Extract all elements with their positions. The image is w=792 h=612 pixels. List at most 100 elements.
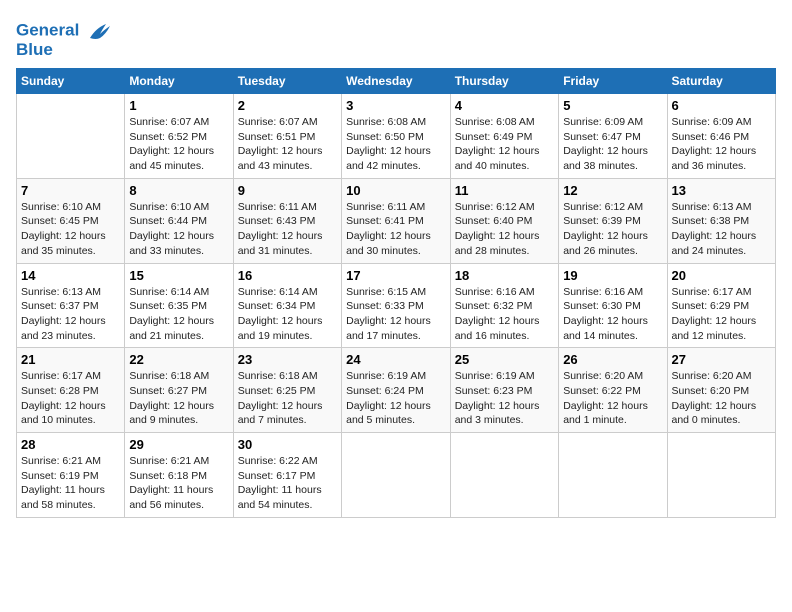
calendar-cell: 26 Sunrise: 6:20 AM Sunset: 6:22 PM Dayli…: [559, 348, 667, 433]
logo: General Blue: [16, 20, 114, 60]
calendar-cell: 11 Sunrise: 6:12 AM Sunset: 6:40 PM Dayli…: [450, 178, 558, 263]
day-header-saturday: Saturday: [667, 69, 776, 94]
day-number: 11: [455, 183, 554, 198]
calendar-cell: 17 Sunrise: 6:15 AM Sunset: 6:33 PM Dayli…: [342, 263, 451, 348]
calendar-cell: 5 Sunrise: 6:09 AM Sunset: 6:47 PM Daylig…: [559, 94, 667, 179]
day-number: 3: [346, 98, 446, 113]
calendar-cell: 13 Sunrise: 6:13 AM Sunset: 6:38 PM Dayli…: [667, 178, 776, 263]
calendar-cell: 24 Sunrise: 6:19 AM Sunset: 6:24 PM Dayli…: [342, 348, 451, 433]
calendar-cell: 25 Sunrise: 6:19 AM Sunset: 6:23 PM Dayli…: [450, 348, 558, 433]
day-info: Sunrise: 6:16 AM Sunset: 6:30 PM Dayligh…: [563, 285, 662, 344]
calendar-cell: 1 Sunrise: 6:07 AM Sunset: 6:52 PM Daylig…: [125, 94, 233, 179]
day-number: 24: [346, 352, 446, 367]
calendar-cell: [559, 433, 667, 518]
day-info: Sunrise: 6:18 AM Sunset: 6:27 PM Dayligh…: [129, 369, 228, 428]
calendar-cell: 10Sunrise: 6:11 AM Sunset: 6:41 PM Dayli…: [342, 178, 451, 263]
calendar-cell: 16 Sunrise: 6:14 AM Sunset: 6:34 PM Dayli…: [233, 263, 341, 348]
day-info: Sunrise: 6:12 AM Sunset: 6:39 PM Dayligh…: [563, 200, 662, 259]
day-info: Sunrise: 6:07 AM Sunset: 6:52 PM Dayligh…: [129, 115, 228, 174]
day-number: 19: [563, 268, 662, 283]
day-number: 17: [346, 268, 446, 283]
calendar-cell: 8 Sunrise: 6:10 AM Sunset: 6:44 PM Daylig…: [125, 178, 233, 263]
day-number: 15: [129, 268, 228, 283]
day-header-thursday: Thursday: [450, 69, 558, 94]
day-number: 9: [238, 183, 337, 198]
calendar-cell: 19 Sunrise: 6:16 AM Sunset: 6:30 PM Dayli…: [559, 263, 667, 348]
logo-general: General: [16, 20, 79, 39]
day-number: 25: [455, 352, 554, 367]
calendar-cell: [342, 433, 451, 518]
day-info: Sunrise: 6:22 AM Sunset: 6:17 PM Dayligh…: [238, 454, 337, 513]
day-number: 18: [455, 268, 554, 283]
day-number: 16: [238, 268, 337, 283]
day-number: 7: [21, 183, 120, 198]
calendar-cell: 9 Sunrise: 6:11 AM Sunset: 6:43 PM Daylig…: [233, 178, 341, 263]
day-header-monday: Monday: [125, 69, 233, 94]
day-info: Sunrise: 6:16 AM Sunset: 6:32 PM Dayligh…: [455, 285, 554, 344]
day-info: Sunrise: 6:12 AM Sunset: 6:40 PM Dayligh…: [455, 200, 554, 259]
logo-blue: Blue: [16, 40, 114, 60]
day-info: Sunrise: 6:14 AM Sunset: 6:35 PM Dayligh…: [129, 285, 228, 344]
calendar-cell: 7 Sunrise: 6:10 AM Sunset: 6:45 PM Daylig…: [17, 178, 125, 263]
day-number: 5: [563, 98, 662, 113]
calendar-cell: [450, 433, 558, 518]
day-info: Sunrise: 6:18 AM Sunset: 6:25 PM Dayligh…: [238, 369, 337, 428]
calendar-cell: 12 Sunrise: 6:12 AM Sunset: 6:39 PM Dayli…: [559, 178, 667, 263]
day-info: Sunrise: 6:08 AM Sunset: 6:49 PM Dayligh…: [455, 115, 554, 174]
calendar-cell: 23 Sunrise: 6:18 AM Sunset: 6:25 PM Dayli…: [233, 348, 341, 433]
calendar-cell: [667, 433, 776, 518]
calendar: SundayMondayTuesdayWednesdayThursdayFrid…: [16, 68, 776, 518]
calendar-cell: 14 Sunrise: 6:13 AM Sunset: 6:37 PM Dayli…: [17, 263, 125, 348]
day-number: 27: [672, 352, 772, 367]
calendar-cell: 4 Sunrise: 6:08 AM Sunset: 6:49 PM Daylig…: [450, 94, 558, 179]
day-info: Sunrise: 6:13 AM Sunset: 6:38 PM Dayligh…: [672, 200, 772, 259]
day-number: 23: [238, 352, 337, 367]
day-header-wednesday: Wednesday: [342, 69, 451, 94]
day-number: 8: [129, 183, 228, 198]
day-info: Sunrise: 6:07 AM Sunset: 6:51 PM Dayligh…: [238, 115, 337, 174]
day-number: 2: [238, 98, 337, 113]
day-number: 13: [672, 183, 772, 198]
day-info: Sunrise: 6:14 AM Sunset: 6:34 PM Dayligh…: [238, 285, 337, 344]
day-number: 4: [455, 98, 554, 113]
day-header-friday: Friday: [559, 69, 667, 94]
day-info: Sunrise: 6:15 AM Sunset: 6:33 PM Dayligh…: [346, 285, 446, 344]
calendar-cell: 22Sunrise: 6:18 AM Sunset: 6:27 PM Dayli…: [125, 348, 233, 433]
day-info: Sunrise: 6:10 AM Sunset: 6:44 PM Dayligh…: [129, 200, 228, 259]
calendar-cell: 2 Sunrise: 6:07 AM Sunset: 6:51 PM Daylig…: [233, 94, 341, 179]
day-info: Sunrise: 6:10 AM Sunset: 6:45 PM Dayligh…: [21, 200, 120, 259]
calendar-cell: 3 Sunrise: 6:08 AM Sunset: 6:50 PM Daylig…: [342, 94, 451, 179]
day-info: Sunrise: 6:19 AM Sunset: 6:23 PM Dayligh…: [455, 369, 554, 428]
day-info: Sunrise: 6:21 AM Sunset: 6:18 PM Dayligh…: [129, 454, 228, 513]
calendar-cell: 28Sunrise: 6:21 AM Sunset: 6:19 PM Dayli…: [17, 433, 125, 518]
day-number: 21: [21, 352, 120, 367]
calendar-cell: [17, 94, 125, 179]
day-number: 1: [129, 98, 228, 113]
day-info: Sunrise: 6:13 AM Sunset: 6:37 PM Dayligh…: [21, 285, 120, 344]
calendar-cell: 27Sunrise: 6:20 AM Sunset: 6:20 PM Dayli…: [667, 348, 776, 433]
day-number: 29: [129, 437, 228, 452]
day-number: 30: [238, 437, 337, 452]
calendar-cell: 20Sunrise: 6:17 AM Sunset: 6:29 PM Dayli…: [667, 263, 776, 348]
calendar-cell: 6Sunrise: 6:09 AM Sunset: 6:46 PM Daylig…: [667, 94, 776, 179]
day-number: 26: [563, 352, 662, 367]
calendar-cell: 29 Sunrise: 6:21 AM Sunset: 6:18 PM Dayli…: [125, 433, 233, 518]
day-info: Sunrise: 6:19 AM Sunset: 6:24 PM Dayligh…: [346, 369, 446, 428]
calendar-cell: 30 Sunrise: 6:22 AM Sunset: 6:17 PM Dayli…: [233, 433, 341, 518]
calendar-cell: 21 Sunrise: 6:17 AM Sunset: 6:28 PM Dayli…: [17, 348, 125, 433]
day-info: Sunrise: 6:11 AM Sunset: 6:43 PM Dayligh…: [238, 200, 337, 259]
day-info: Sunrise: 6:21 AM Sunset: 6:19 PM Dayligh…: [21, 454, 120, 513]
day-number: 12: [563, 183, 662, 198]
day-info: Sunrise: 6:20 AM Sunset: 6:22 PM Dayligh…: [563, 369, 662, 428]
day-info: Sunrise: 6:08 AM Sunset: 6:50 PM Dayligh…: [346, 115, 446, 174]
calendar-cell: 18 Sunrise: 6:16 AM Sunset: 6:32 PM Dayli…: [450, 263, 558, 348]
day-number: 14: [21, 268, 120, 283]
day-header-tuesday: Tuesday: [233, 69, 341, 94]
logo-bird-icon: [86, 20, 114, 42]
day-info: Sunrise: 6:17 AM Sunset: 6:28 PM Dayligh…: [21, 369, 120, 428]
calendar-cell: 15 Sunrise: 6:14 AM Sunset: 6:35 PM Dayli…: [125, 263, 233, 348]
day-info: Sunrise: 6:09 AM Sunset: 6:46 PM Dayligh…: [672, 115, 772, 174]
day-header-sunday: Sunday: [17, 69, 125, 94]
day-info: Sunrise: 6:09 AM Sunset: 6:47 PM Dayligh…: [563, 115, 662, 174]
day-info: Sunrise: 6:11 AM Sunset: 6:41 PM Dayligh…: [346, 200, 446, 259]
